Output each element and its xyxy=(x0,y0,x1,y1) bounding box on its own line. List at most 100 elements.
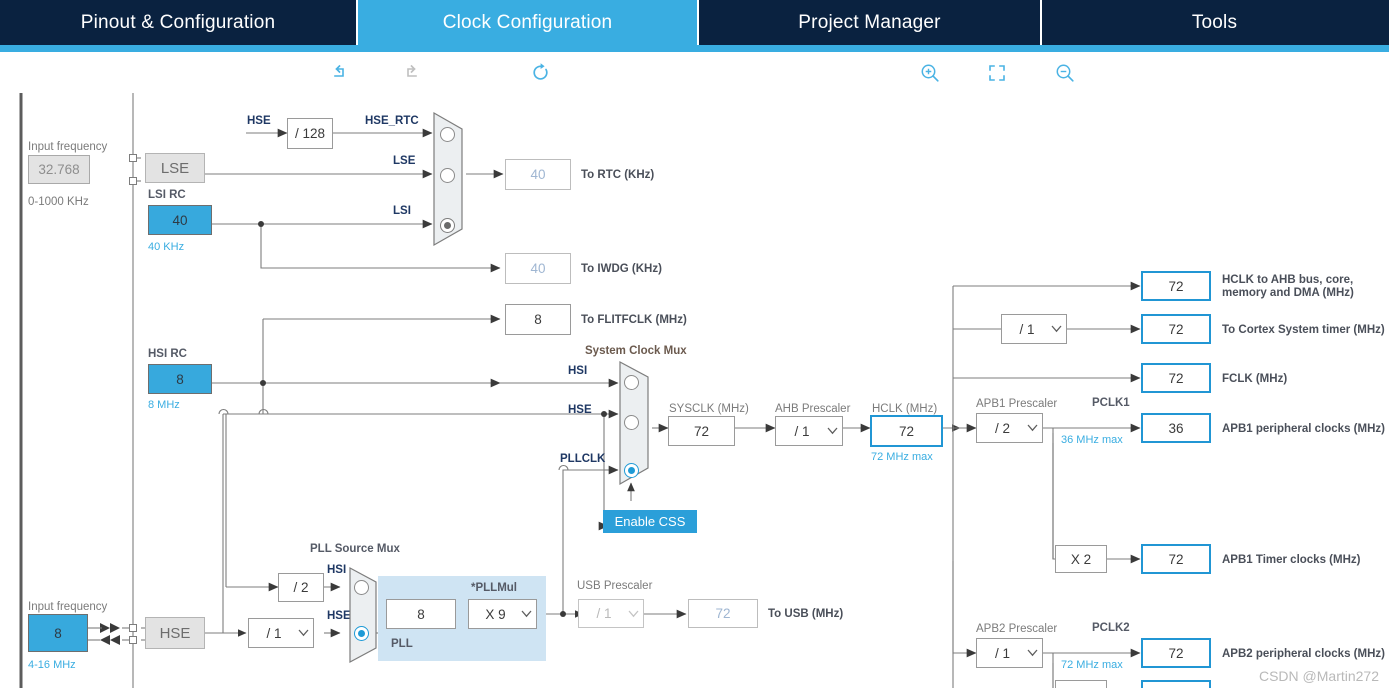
redo-icon[interactable] xyxy=(398,60,424,86)
pllmul-label: *PLLMul xyxy=(471,582,517,594)
pll-hsi-divider-value: / 2 xyxy=(293,580,309,595)
apb2-timer-value-box: 72 xyxy=(1141,680,1211,688)
cortex-systimer-prescaler-select[interactable]: / 1 xyxy=(1001,314,1067,344)
reset-icon[interactable] xyxy=(528,60,554,86)
fclk-value-box: 72 xyxy=(1141,363,1211,393)
rtc-mux-lsi-label: LSI xyxy=(393,205,411,217)
to-rtc-value: 40 xyxy=(530,167,546,182)
lse-oscillator-block[interactable]: LSE xyxy=(145,153,205,183)
usb-prescaler-select[interactable]: / 1 xyxy=(578,599,644,628)
fclk-label: FCLK (MHz) xyxy=(1222,373,1288,385)
zoom-out-icon[interactable] xyxy=(1052,60,1078,86)
apb1-periph-value: 36 xyxy=(1168,420,1184,436)
hse-input-frequency-label: Input frequency xyxy=(28,601,108,613)
sysclk-label: SYSCLK (MHz) xyxy=(669,403,749,415)
apb1-timer-value: 72 xyxy=(1168,551,1184,567)
pll-source-mux-radio-hse[interactable] xyxy=(354,626,369,641)
system-clock-mux-radio-hsi[interactable] xyxy=(624,375,639,390)
cortex-systimer-prescaler-value: / 1 xyxy=(1019,321,1035,337)
system-clock-mux-radio-pllclk[interactable] xyxy=(624,463,639,478)
ahb-prescaler-label: AHB Prescaler xyxy=(775,403,851,415)
hclk-ahb-label: HCLK to AHB bus, core, memory and DMA (M… xyxy=(1222,274,1354,300)
to-flitfclk-value: 8 xyxy=(534,312,542,327)
pll-source-mux-title: PLL Source Mux xyxy=(310,543,400,555)
clock-toolbar: Resolve Clock Issues xyxy=(0,52,1389,144)
pllmul-select[interactable]: X 9 xyxy=(468,599,537,629)
to-flitfclk-value-box: 8 xyxy=(505,304,571,335)
pclk1-max-label: 36 MHz max xyxy=(1061,434,1123,446)
hclk-ahb-value-box: 72 xyxy=(1141,271,1211,301)
hsi-rc-value-box[interactable]: 8 xyxy=(148,364,212,394)
chevron-down-icon xyxy=(516,610,536,618)
tabbar-underline xyxy=(0,45,1389,52)
chevron-down-icon xyxy=(1046,325,1066,333)
sysclk-value: 72 xyxy=(693,423,710,439)
main-tabbar: Pinout & Configuration Clock Configurati… xyxy=(0,0,1389,45)
watermark: CSDN @Martin272 xyxy=(1258,668,1379,684)
rtc-mux-radio-lse[interactable] xyxy=(440,168,455,183)
to-rtc-value-box: 40 xyxy=(505,159,571,190)
pll-hse-divider-value: / 1 xyxy=(266,625,282,641)
rtc-mux-radio-lsi[interactable] xyxy=(440,218,455,233)
pll-region-label: PLL xyxy=(391,638,413,650)
hse-pin-top xyxy=(129,624,137,632)
hclk-value-box: 72 xyxy=(870,415,943,447)
hclk-value: 72 xyxy=(898,423,915,439)
lse-input-frequency-field[interactable]: 32.768 xyxy=(28,155,90,184)
tab-label: Pinout & Configuration xyxy=(80,11,276,33)
sysclk-mux-hse-label: HSE xyxy=(568,404,592,416)
chevron-down-icon xyxy=(1022,424,1042,432)
fit-to-screen-icon[interactable] xyxy=(984,60,1010,86)
hse-rtc-in-label: HSE xyxy=(247,115,271,127)
apb2-timer-multiplier: X 1 xyxy=(1055,680,1107,688)
apb1-prescaler-select[interactable]: / 2 xyxy=(976,413,1043,443)
tab-clock-configuration[interactable]: Clock Configuration xyxy=(358,0,699,45)
cortex-systimer-value-box: 72 xyxy=(1141,314,1211,344)
hse-input-frequency-field[interactable]: 8 xyxy=(28,614,88,652)
tab-project-manager[interactable]: Project Manager xyxy=(699,0,1042,45)
tab-label: Project Manager xyxy=(798,11,941,33)
to-rtc-label: To RTC (KHz) xyxy=(581,169,655,181)
system-clock-mux-radio-hse[interactable] xyxy=(624,415,639,430)
tab-pinout-configuration[interactable]: Pinout & Configuration xyxy=(0,0,358,45)
zoom-in-icon[interactable] xyxy=(917,60,943,86)
apb1-prescaler-label: APB1 Prescaler xyxy=(976,398,1058,410)
apb1-timer-value-box: 72 xyxy=(1141,544,1211,574)
enable-css-button[interactable]: Enable CSS xyxy=(603,510,697,533)
hse-rtc-divider: / 128 xyxy=(287,118,333,149)
lsi-rc-value: 40 xyxy=(172,212,188,228)
rtc-mux-radio-hse-rtc[interactable] xyxy=(440,127,455,142)
apb2-prescaler-value: / 1 xyxy=(994,645,1010,661)
apb1-timer-multiplier: X 2 xyxy=(1055,545,1107,573)
pll-mux-hsi-label: HSI xyxy=(327,564,347,576)
apb1-periph-label: APB1 peripheral clocks (MHz) xyxy=(1222,423,1385,435)
apb2-periph-value: 72 xyxy=(1168,645,1184,661)
hse-range-label: 4-16 MHz xyxy=(28,659,76,671)
to-usb-value: 72 xyxy=(715,606,731,621)
chevron-down-icon xyxy=(822,427,842,435)
hclk-ahb-label-line1: HCLK to AHB bus, core, xyxy=(1222,274,1354,286)
lsi-rc-value-box[interactable]: 40 xyxy=(148,205,212,235)
pll-source-mux-radio-hsi[interactable] xyxy=(354,580,369,595)
apb1-periph-value-box: 36 xyxy=(1141,413,1211,443)
to-iwdg-value: 40 xyxy=(530,261,546,276)
undo-icon[interactable] xyxy=(327,60,353,86)
apb2-prescaler-select[interactable]: / 1 xyxy=(976,638,1043,668)
sysclk-mux-hsi-label: HSI xyxy=(568,365,588,377)
hclk-label: HCLK (MHz) xyxy=(872,403,938,415)
pll-hse-divider-select[interactable]: / 1 xyxy=(248,618,314,648)
hclk-ahb-label-line2: memory and DMA (MHz) xyxy=(1222,287,1354,299)
apb1-prescaler-value: / 2 xyxy=(994,420,1010,436)
ahb-prescaler-select[interactable]: / 1 xyxy=(775,416,843,446)
apb2-periph-label: APB2 peripheral clocks (MHz) xyxy=(1222,648,1385,660)
cortex-systimer-label: To Cortex System timer (MHz) xyxy=(1222,324,1385,336)
hse-oscillator-block[interactable]: HSE xyxy=(145,617,205,649)
fclk-value: 72 xyxy=(1168,370,1184,386)
clock-configuration-window: Pinout & Configuration Clock Configurati… xyxy=(0,0,1389,688)
ahb-prescaler-value: / 1 xyxy=(794,423,810,439)
lsi-rc-title: LSI RC xyxy=(148,189,186,201)
to-flitfclk-label: To FLITFCLK (MHz) xyxy=(581,314,687,326)
tab-tools[interactable]: Tools xyxy=(1042,0,1387,45)
chevron-down-icon xyxy=(1022,649,1042,657)
pll-hsi-divider: / 2 xyxy=(278,573,324,602)
